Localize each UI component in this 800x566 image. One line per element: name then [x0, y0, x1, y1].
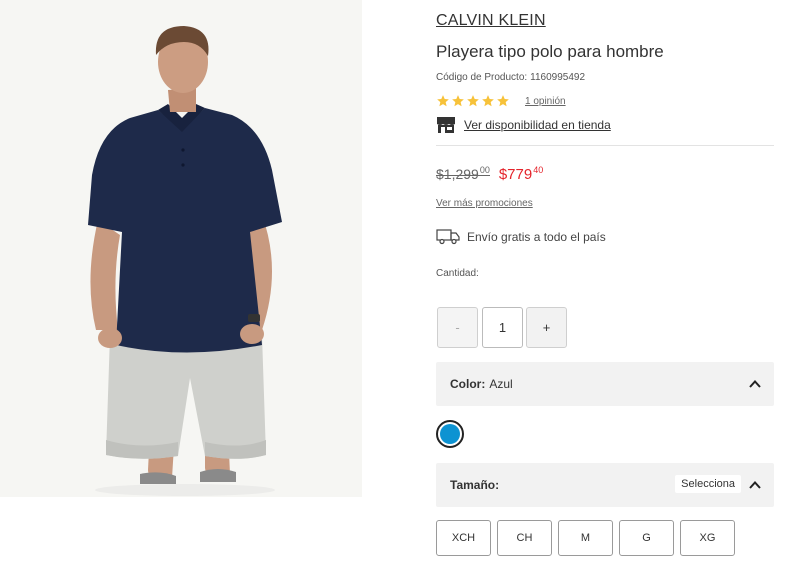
star-icon: [437, 95, 449, 107]
divider: [436, 145, 774, 146]
size-label-title: Tamaño:: [450, 478, 500, 492]
size-option-xch[interactable]: XCH: [436, 520, 491, 556]
color-swatch-azul[interactable]: [436, 420, 464, 448]
star-icon: [467, 95, 479, 107]
quantity-label: Cantidad:: [436, 268, 479, 279]
free-shipping: Envío gratis a todo el país: [436, 228, 606, 245]
store-availability[interactable]: Ver disponibilidad en tienda: [436, 116, 611, 134]
product-code: Código de Producto: 1160995492: [436, 72, 585, 83]
promotions-link[interactable]: Ver más promociones: [436, 198, 533, 209]
store-icon: [437, 117, 455, 133]
size-label: Tamaño:: [450, 478, 499, 492]
color-accordion[interactable]: Color: Azul: [436, 362, 774, 406]
reviews-link[interactable]: 1 opinión: [525, 96, 566, 107]
original-price: $1,29900: [436, 165, 490, 182]
quantity-decrease-button[interactable]: -: [437, 307, 478, 348]
shipping-text: Envío gratis a todo el país: [467, 229, 606, 244]
size-accordion[interactable]: Tamaño: Selecciona: [436, 463, 774, 507]
size-option-ch[interactable]: CH: [497, 520, 552, 556]
product-code-value: 1160995492: [530, 72, 586, 83]
size-option-g[interactable]: G: [619, 520, 674, 556]
product-image[interactable]: [0, 0, 362, 497]
sale-price-cents: 40: [533, 165, 544, 175]
size-select-tag: Selecciona: [675, 475, 741, 493]
swatch-fill: [440, 424, 460, 444]
strikethrough: [436, 175, 490, 176]
size-options: XCH CH M G XG: [436, 520, 735, 556]
original-price-amount: $1,299: [436, 166, 479, 182]
brand-link[interactable]: CALVIN KLEIN: [436, 12, 546, 30]
quantity-input[interactable]: [482, 307, 523, 348]
color-value: Azul: [489, 377, 513, 391]
availability-link[interactable]: Ver disponibilidad en tienda: [464, 118, 611, 132]
sale-price: $77940: [498, 165, 544, 183]
product-photo: [0, 0, 362, 497]
product-code-label: Código de Producto:: [436, 72, 528, 83]
star-icon: [497, 95, 509, 107]
star-icon: [482, 95, 494, 107]
product-title: Playera tipo polo para hombre: [436, 42, 664, 61]
rating-stars: [436, 94, 510, 108]
chevron-up-icon[interactable]: [748, 478, 762, 492]
size-option-m[interactable]: M: [558, 520, 613, 556]
size-option-xg[interactable]: XG: [680, 520, 735, 556]
truck-icon: [436, 229, 460, 245]
star-icon: [452, 95, 464, 107]
color-label-title: Color:: [450, 377, 486, 391]
sale-price-amount: $779: [498, 166, 533, 183]
color-label: Color: Azul: [450, 377, 513, 391]
rating: 1 opinión: [436, 94, 566, 108]
original-price-cents: 00: [479, 165, 490, 175]
chevron-up-icon[interactable]: [748, 377, 762, 391]
price-row: $1,29900 $77940: [436, 165, 544, 183]
quantity-increase-button[interactable]: +: [526, 307, 567, 348]
